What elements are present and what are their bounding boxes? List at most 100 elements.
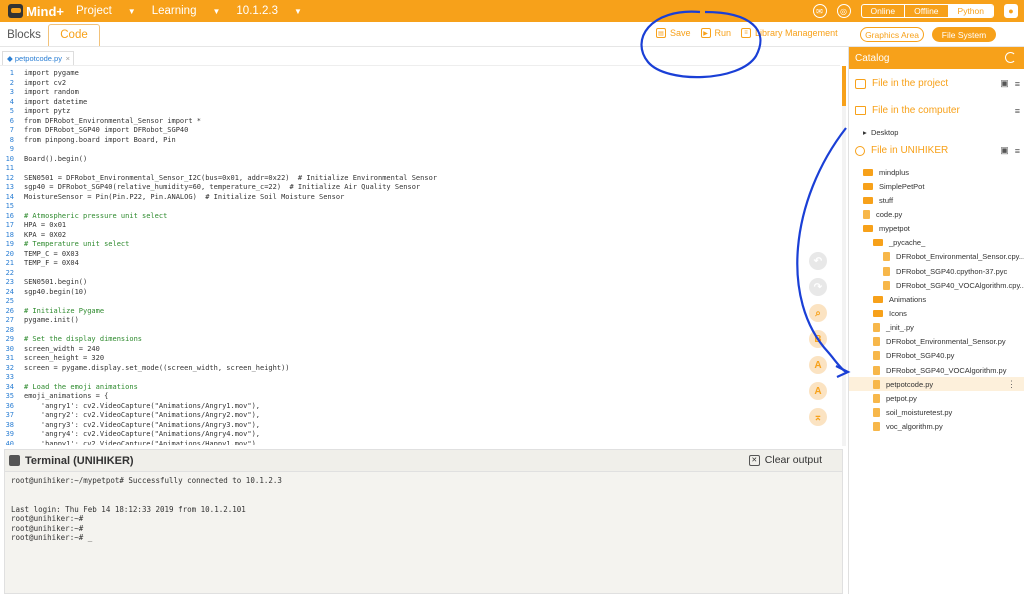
tree-file[interactable]: code.py <box>849 207 1024 221</box>
menu-connection[interactable]: 10.1.2.3 <box>236 5 278 17</box>
new-file-icon[interactable]: ▣ <box>1000 78 1009 89</box>
mode-offline[interactable]: Offline <box>904 5 947 17</box>
code-line[interactable]: 27 pygame.init() <box>0 316 840 326</box>
section-project[interactable]: File in the project ▣ ≡ <box>855 78 1020 89</box>
tree-file[interactable]: DFRobot_SGP40_VOCAlgorithm.py <box>849 363 1024 377</box>
menu-icon[interactable]: ≡ <box>1015 79 1020 89</box>
code-line[interactable]: 24 sgp40.begin(10) <box>0 288 840 298</box>
code-line[interactable]: 13 sgp40 = DFRobot_SGP40(relative_humidit… <box>0 183 840 193</box>
tree-folder[interactable]: mindplus <box>849 165 1024 179</box>
format-icon[interactable]: B <box>809 330 827 348</box>
code-line[interactable]: 40 'happy1': cv2.VideoCapture("Animation… <box>0 440 840 446</box>
feedback-icon[interactable]: ✉ <box>812 4 827 18</box>
code-line[interactable]: 32 screen = pygame.display.set_mode((scre… <box>0 364 840 374</box>
font-increase-icon[interactable]: A <box>809 356 827 374</box>
terminal-output[interactable]: root@unihiker:~/mypetpot# Successfully c… <box>5 472 842 547</box>
undo-icon[interactable]: ↶ <box>809 252 827 270</box>
code-line[interactable]: 18 KPA = 0X02 <box>0 231 840 241</box>
close-icon[interactable]: × <box>66 54 70 63</box>
menu-icon[interactable]: ≡ <box>1015 106 1020 116</box>
tree-file[interactable]: DFRobot_SGP40.cpython-37.pyc <box>849 264 1024 278</box>
mode-online[interactable]: Online <box>862 5 905 17</box>
tab-blocks[interactable]: Blocks <box>0 24 48 46</box>
tree-file[interactable]: DFRobot_Environmental_Sensor.cpy... <box>849 250 1024 264</box>
code-line[interactable]: 4 import datetime <box>0 98 840 108</box>
tree-file[interactable]: petpotcode.py ⋮ <box>849 377 1024 392</box>
code-line[interactable]: 29 # Set the display dimensions <box>0 335 840 345</box>
code-line[interactable]: 1 import pygame <box>0 69 840 79</box>
section-unihiker[interactable]: File in UNIHIKER ▣ ≡ <box>855 145 1020 156</box>
code-line[interactable]: 30 screen_width = 240 <box>0 345 840 355</box>
code-line[interactable]: 39 'angry4': cv2.VideoCapture("Animation… <box>0 430 840 440</box>
tree-folder[interactable]: _pycache_ <box>849 236 1024 250</box>
code-line[interactable]: 31 screen_height = 320 <box>0 354 840 364</box>
code-line[interactable]: 33 <box>0 373 840 383</box>
new-file-icon[interactable]: ▣ <box>1000 145 1009 156</box>
editor-scroll-thumb[interactable] <box>842 66 846 106</box>
library-management-button[interactable]: ≡ Library Management <box>741 28 838 38</box>
code-line[interactable]: 20 TEMP_C = 0X03 <box>0 250 840 260</box>
settings-icon[interactable]: ● <box>1004 4 1018 18</box>
font-decrease-icon[interactable]: A <box>809 382 827 400</box>
refresh-icon[interactable] <box>1005 52 1016 63</box>
code-line[interactable]: 28 <box>0 326 840 336</box>
code-line[interactable]: 11 <box>0 164 840 174</box>
scroll-top-icon[interactable]: ⌅ <box>809 408 827 426</box>
code-line[interactable]: 7 from DFRobot_SGP40 import DFRobot_SGP40 <box>0 126 840 136</box>
tree-folder[interactable]: Animations <box>849 292 1024 306</box>
code-line[interactable]: 14 MoistureSensor = Pin(Pin.P22, Pin.ANAL… <box>0 193 840 203</box>
redo-icon[interactable]: ↷ <box>809 278 827 296</box>
save-button[interactable]: ▤ Save <box>656 28 691 38</box>
code-line[interactable]: 22 <box>0 269 840 279</box>
file-system-button[interactable]: File System <box>932 27 996 42</box>
code-line[interactable]: 12 SEN0501 = DFRobot_Environmental_Sensor… <box>0 174 840 184</box>
tree-folder[interactable]: Icons <box>849 307 1024 321</box>
run-button[interactable]: ▶ Run <box>700 28 731 38</box>
code-line[interactable]: 38 'angry3': cv2.VideoCapture("Animation… <box>0 421 840 431</box>
mode-python[interactable]: Python <box>947 5 993 17</box>
tree-folder[interactable]: mypetpot <box>849 222 1024 236</box>
menu-project[interactable]: Project <box>76 5 112 17</box>
tree-file[interactable]: DFRobot_SGP40_VOCAlgorithm.cpy... <box>849 278 1024 292</box>
code-line[interactable]: 35 emoji_animations = { <box>0 392 840 402</box>
tree-folder[interactable]: SimplePetPot <box>849 179 1024 193</box>
code-line[interactable]: 23 SEN0501.begin() <box>0 278 840 288</box>
code-line[interactable]: 2 import cv2 <box>0 79 840 89</box>
code-line[interactable]: 3 import random <box>0 88 840 98</box>
code-line[interactable]: 26 # Initialize Pygame <box>0 307 840 317</box>
code-line[interactable]: 36 'angry1': cv2.VideoCapture("Animation… <box>0 402 840 412</box>
graphics-area-button[interactable]: Graphics Area <box>860 27 924 42</box>
tree-file[interactable]: soil_moisturetest.py <box>849 406 1024 420</box>
code-line[interactable]: 8 from pinpong.board import Board, Pin <box>0 136 840 146</box>
code-line[interactable]: 9 <box>0 145 840 155</box>
tree-file[interactable]: petpot.py <box>849 391 1024 405</box>
code-line[interactable]: 16 # Atmospheric pressure unit select <box>0 212 840 222</box>
file-tab-petpotcode[interactable]: ◆ petpotcode.py × <box>2 51 74 65</box>
code-line[interactable]: 37 'angry2': cv2.VideoCapture("Animation… <box>0 411 840 421</box>
tree-file[interactable]: DFRobot_SGP40.py <box>849 349 1024 363</box>
more-options-icon[interactable]: ⋮ <box>1007 379 1016 390</box>
menu-learning[interactable]: Learning <box>152 5 197 17</box>
tab-code[interactable]: Code <box>48 24 100 46</box>
code-line[interactable]: 6 from DFRobot_Environmental_Sensor impor… <box>0 117 840 127</box>
menu-icon[interactable]: ≡ <box>1015 146 1020 156</box>
search-icon[interactable]: ⌕ <box>809 304 827 322</box>
code-editor[interactable]: ◆ petpotcode.py × 1 import pygame 2 import … <box>0 47 846 447</box>
tree-file[interactable]: _init_.py <box>849 321 1024 335</box>
tree-desktop[interactable]: ▸ Desktop <box>863 128 898 137</box>
code-line[interactable]: 34 # Load the emoji animations <box>0 383 840 393</box>
code-line[interactable]: 19 # Temperature unit select <box>0 240 840 250</box>
code-line[interactable]: 21 TEMP_F = 0X04 <box>0 259 840 269</box>
tree-file[interactable]: voc_algorithm.py <box>849 420 1024 434</box>
gear-icon[interactable]: ◎ <box>836 4 851 18</box>
code-line[interactable]: 17 HPA = 0x01 <box>0 221 840 231</box>
editor-scrollbar[interactable] <box>842 66 846 446</box>
section-computer[interactable]: File in the computer ≡ <box>855 105 1020 116</box>
tree-file[interactable]: DFRobot_Environmental_Sensor.py <box>849 335 1024 349</box>
code-line[interactable]: 15 <box>0 202 840 212</box>
clear-output-button[interactable]: ✕ Clear output <box>748 454 822 466</box>
code-line[interactable]: 25 <box>0 297 840 307</box>
code-lines[interactable]: 1 import pygame 2 import cv2 3 import random 4… <box>0 65 840 445</box>
tree-folder[interactable]: stuff <box>849 193 1024 207</box>
code-line[interactable]: 10 Board().begin() <box>0 155 840 165</box>
